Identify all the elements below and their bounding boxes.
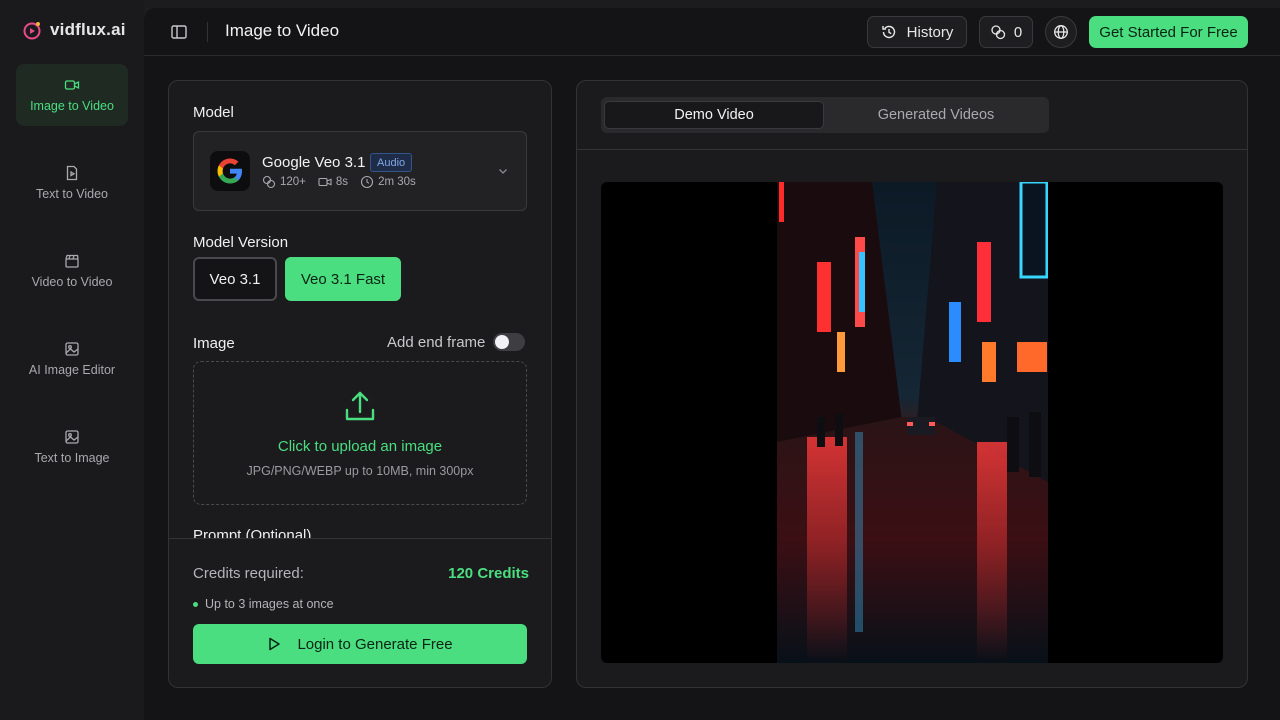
play-icon — [269, 637, 281, 651]
sidebar-item-label: AI Image Editor — [28, 363, 116, 377]
brand-name: vidflux.ai — [50, 20, 126, 39]
preview-tabs: Demo Video Generated Videos — [601, 97, 1049, 133]
end-frame-toggle[interactable] — [493, 333, 526, 351]
chevron-down-icon — [499, 169, 507, 174]
sidebar-item-text-to-video[interactable]: Text to Video — [16, 152, 128, 214]
sidebar-item-label: Text to Video — [35, 187, 109, 201]
model-meta: 120+ 8s 2m 30s — [262, 175, 416, 189]
preview-divider — [577, 149, 1247, 150]
globe-icon — [1054, 25, 1068, 39]
generate-label: Login to Generate Free — [297, 635, 453, 653]
language-button[interactable] — [1045, 16, 1077, 48]
history-button[interactable]: History — [867, 16, 967, 48]
batch-note: Up to 3 images at once — [193, 597, 334, 611]
tab-demo-video[interactable]: Demo Video — [604, 101, 824, 129]
end-frame-label: Add end frame — [387, 333, 486, 351]
end-frame-toggle-group: Add end frame — [387, 333, 526, 351]
page-title: Image to Video — [225, 21, 340, 40]
bullet-dot — [193, 601, 198, 607]
batch-note-text: Up to 3 images at once — [205, 597, 334, 611]
image-icon — [65, 342, 79, 356]
upload-icon — [345, 391, 375, 421]
credits-required-value: 120 Credits — [448, 565, 529, 582]
login-generate-button[interactable]: Login to Generate Free — [193, 624, 527, 664]
upload-hint: JPG/PNG/WEBP up to 10MB, min 300px — [246, 464, 474, 478]
model-duration: 8s — [318, 175, 348, 189]
video-thumbnail — [777, 182, 1048, 663]
sidebar-item-image-to-video[interactable]: Image to Video — [16, 64, 128, 126]
tab-generated-videos[interactable]: Generated Videos — [826, 101, 1046, 129]
clapperboard-icon — [65, 254, 79, 268]
sidebar-toggle-icon[interactable] — [170, 23, 188, 41]
video-camera-icon — [318, 177, 332, 187]
settings-panel: Model Google Veo 3.1 Audio 120+ 8s 2m 30… — [168, 80, 552, 688]
model-name: Google Veo 3.1 — [262, 154, 366, 171]
sidebar-item-label: Video to Video — [31, 275, 113, 289]
get-started-button[interactable]: Get Started For Free — [1089, 16, 1248, 48]
version-veo-3-1-button[interactable]: Veo 3.1 — [193, 257, 277, 301]
coins-icon — [991, 25, 1005, 40]
history-label: History — [906, 23, 954, 41]
model-credits-value: 120+ — [280, 176, 306, 188]
demo-video-player[interactable] — [601, 182, 1223, 663]
sidebar-item-video-to-video[interactable]: Video to Video — [16, 240, 128, 302]
video-camera-icon — [64, 80, 80, 90]
model-time-value: 2m 30s — [378, 176, 416, 188]
credits-count: 0 — [1013, 23, 1023, 41]
credits-required-label: Credits required: — [193, 565, 304, 582]
model-label: Model — [193, 104, 234, 121]
generate-footer: Credits required: 120 Credits Up to 3 im… — [169, 538, 551, 687]
google-logo — [210, 151, 250, 191]
sidebar-item-label: Text to Image — [34, 451, 110, 465]
upload-title: Click to upload an image — [277, 438, 443, 455]
model-time: 2m 30s — [360, 175, 416, 189]
model-version-label: Model Version — [193, 234, 289, 251]
model-select[interactable]: Google Veo 3.1 Audio 120+ 8s 2m 30s — [193, 131, 527, 211]
sidebar-item-ai-image-editor[interactable]: AI Image Editor — [16, 328, 128, 390]
version-veo-3-1-fast-button[interactable]: Veo 3.1 Fast — [285, 257, 401, 301]
history-icon — [881, 25, 895, 39]
credits-button[interactable]: 0 — [979, 16, 1033, 48]
audio-badge: Audio — [370, 153, 413, 172]
sidebar: vidflux.ai Image to Video Text to Video … — [0, 0, 144, 720]
logo-icon — [23, 22, 41, 40]
coins-icon — [262, 175, 276, 189]
clock-icon — [361, 175, 374, 189]
image-upload-dropzone[interactable]: Click to upload an image JPG/PNG/WEBP up… — [193, 361, 527, 505]
image-icon — [65, 430, 79, 444]
google-icon — [217, 158, 242, 184]
image-label: Image — [193, 335, 235, 352]
header-divider — [207, 22, 208, 42]
sidebar-item-label: Image to Video — [30, 99, 114, 113]
preview-panel: Demo Video Generated Videos — [576, 80, 1248, 688]
document-icon — [66, 165, 78, 181]
sidebar-item-text-to-image[interactable]: Text to Image — [16, 416, 128, 478]
model-duration-value: 8s — [335, 176, 349, 188]
model-credits: 120+ — [262, 175, 306, 189]
brand-logo[interactable]: vidflux.ai — [22, 20, 126, 40]
